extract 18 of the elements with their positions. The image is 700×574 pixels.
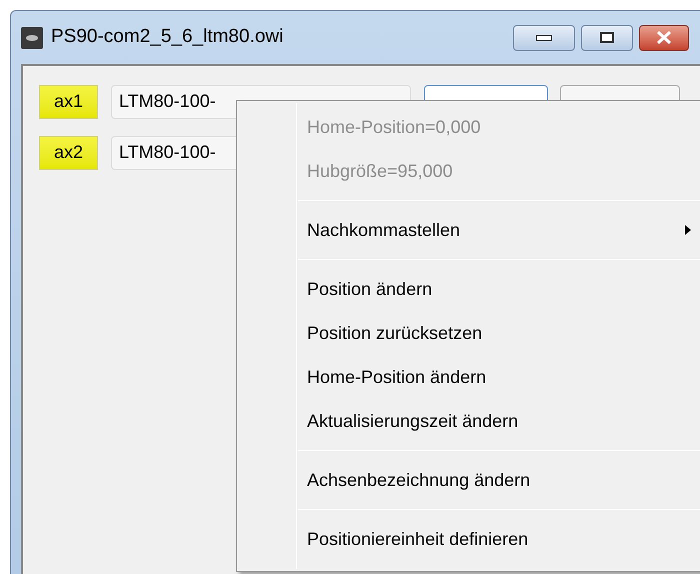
maximize-button[interactable] (581, 24, 633, 50)
app-icon (21, 26, 43, 48)
close-icon (656, 31, 672, 44)
submenu-item[interactable]: Nachkommastellen (237, 208, 700, 252)
minimize-icon (536, 34, 552, 40)
menu-item[interactable]: Position ändern (237, 267, 700, 311)
window-title: PS90-com2_5_6_ltm80.owi (51, 25, 284, 50)
minimize-button[interactable] (513, 24, 575, 50)
axis-label: ax1 (39, 84, 98, 118)
menu-item[interactable]: Home-Position ändern (237, 355, 700, 399)
submenu-arrow-icon (685, 225, 691, 235)
menu-item[interactable]: Achsenbezeichnung ändern (237, 458, 700, 502)
axis-label: ax2 (39, 136, 98, 170)
close-button[interactable] (639, 24, 689, 50)
menu-item[interactable]: Position zurücksetzen (237, 311, 700, 355)
menu-item[interactable]: Aktualisierungszeit ändern (237, 399, 700, 443)
maximize-icon (600, 32, 614, 43)
menu-item[interactable]: Positioniereinheit definieren (237, 517, 700, 561)
